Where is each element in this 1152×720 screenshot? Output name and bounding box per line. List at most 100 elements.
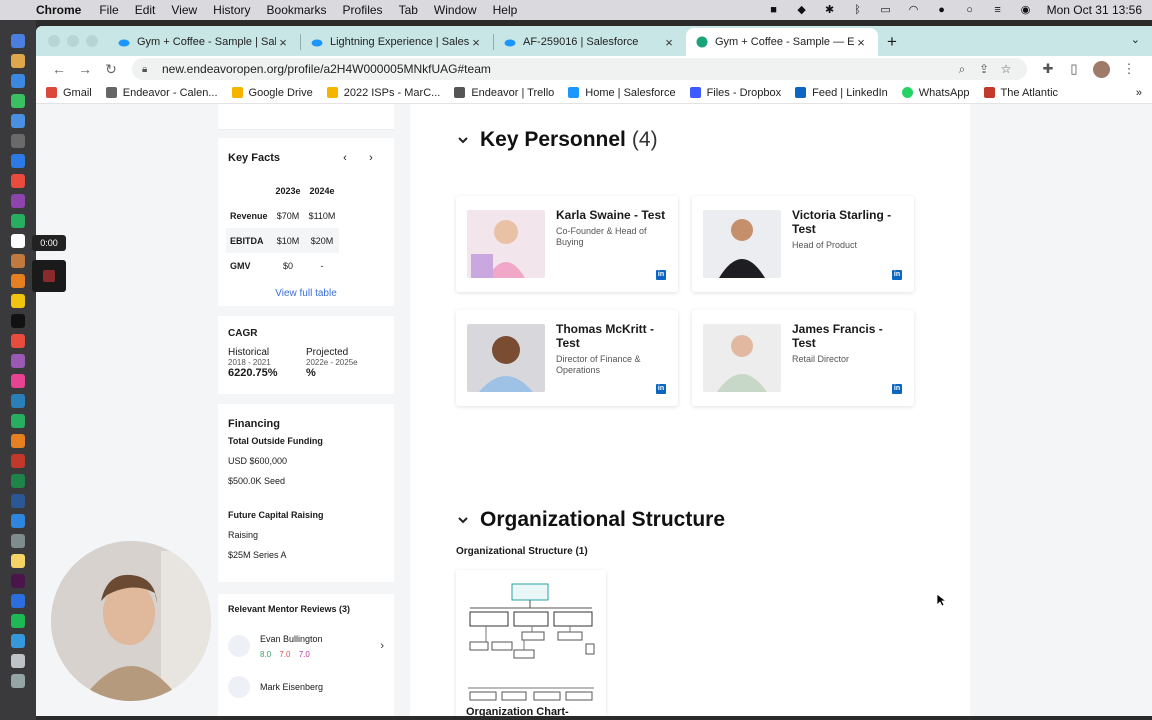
music-icon[interactable]: [11, 334, 25, 348]
mail-icon[interactable]: [11, 114, 25, 128]
star-icon[interactable]: ☆: [995, 62, 1017, 76]
menu-chrome[interactable]: Chrome: [36, 3, 81, 17]
podcasts-icon[interactable]: [11, 354, 25, 368]
app-icon[interactable]: [11, 454, 25, 468]
camera-icon[interactable]: ■: [767, 4, 781, 16]
wifi-icon[interactable]: ◠: [907, 4, 921, 16]
menu-file[interactable]: File: [99, 3, 118, 17]
chrome-icon[interactable]: [11, 74, 25, 88]
tab-lightning-experience[interactable]: Lightning Experience | Salesforce ×: [301, 28, 493, 56]
back-arrow-icon[interactable]: ←: [46, 61, 72, 77]
bookmark-linkedin[interactable]: Feed | LinkedIn: [795, 87, 888, 99]
app-icon[interactable]: [11, 274, 25, 288]
launchpad-icon[interactable]: [11, 54, 25, 68]
word-icon[interactable]: [11, 494, 25, 508]
address-url[interactable]: new.endeavoropen.org/profile/a2H4W000005…: [162, 62, 951, 76]
app-icon[interactable]: [11, 134, 25, 148]
close-window-button[interactable]: [48, 35, 60, 47]
zoom-icon[interactable]: [11, 154, 25, 168]
downloads-icon[interactable]: [11, 654, 25, 668]
forward-arrow-icon[interactable]: →: [72, 61, 98, 77]
app-icon[interactable]: [11, 174, 25, 188]
profile-avatar[interactable]: [1093, 60, 1110, 78]
app-icon[interactable]: [11, 374, 25, 388]
menu-edit[interactable]: Edit: [135, 3, 156, 17]
gear-icon[interactable]: ✱: [823, 4, 837, 16]
bluetooth-icon[interactable]: ᛒ: [851, 4, 865, 16]
tab-search-chevron-icon[interactable]: ⌄: [1131, 33, 1140, 46]
side-panel-icon[interactable]: ▯: [1061, 61, 1087, 77]
bookmarks-overflow-icon[interactable]: »: [1136, 87, 1142, 99]
menubar-clock[interactable]: Mon Oct 31 13:56: [1047, 3, 1142, 17]
tab-close-icon[interactable]: ×: [469, 35, 483, 50]
lock-icon[interactable]: 🔒︎: [142, 64, 154, 75]
slack-icon[interactable]: [11, 574, 25, 588]
chevron-left-icon[interactable]: ‹: [332, 152, 358, 164]
app-icon[interactable]: [11, 254, 25, 268]
org-chart-card[interactable]: Organization Chart-: [456, 570, 606, 716]
bookmark-isps[interactable]: 2022 ISPs - MarC...: [326, 87, 440, 99]
numbers-icon[interactable]: [11, 414, 25, 428]
tab-close-icon[interactable]: ×: [854, 35, 868, 50]
finder-icon[interactable]: [11, 34, 25, 48]
chevron-down-icon[interactable]: [456, 133, 470, 147]
notes-icon[interactable]: [11, 294, 25, 308]
chevron-down-icon[interactable]: [456, 513, 470, 527]
webcam-overlay[interactable]: [51, 541, 211, 701]
zoom-search-icon[interactable]: ⌕: [951, 62, 973, 77]
chevron-right-icon[interactable]: ›: [358, 152, 384, 164]
bookmark-salesforce-home[interactable]: Home | Salesforce: [568, 87, 676, 99]
app-store-icon[interactable]: [11, 514, 25, 528]
menu-tab[interactable]: Tab: [399, 3, 418, 17]
app-icon[interactable]: [11, 634, 25, 648]
pages-icon[interactable]: [11, 434, 25, 448]
bookmark-gmail[interactable]: Gmail: [46, 87, 92, 99]
linkedin-icon[interactable]: in: [892, 384, 902, 394]
menu-help[interactable]: Help: [493, 3, 518, 17]
share-icon[interactable]: ⇪: [973, 62, 995, 76]
bookmark-atlantic[interactable]: The Atlantic: [983, 87, 1058, 99]
trash-icon[interactable]: [11, 674, 25, 688]
org-structure-header[interactable]: Organizational Structure: [456, 508, 725, 532]
bookmark-whatsapp[interactable]: WhatsApp: [901, 87, 970, 99]
settings-icon[interactable]: [11, 534, 25, 548]
chevron-right-icon[interactable]: ›: [380, 640, 384, 652]
messages-icon[interactable]: [11, 94, 25, 108]
new-tab-button[interactable]: +: [878, 32, 906, 52]
mentor-review-item[interactable]: Mark Eisenberg: [228, 676, 384, 698]
person-card[interactable]: Victoria Starling - Test Head of Product…: [692, 196, 914, 292]
maximize-window-button[interactable]: [86, 35, 98, 47]
tab-close-icon[interactable]: ×: [276, 35, 290, 50]
view-full-table-link[interactable]: View full table: [218, 288, 394, 299]
bookmark-endeavor-calendar[interactable]: Endeavor - Calen...: [105, 87, 218, 99]
siri-icon[interactable]: ◉: [1019, 4, 1033, 16]
stop-recording-button[interactable]: [32, 260, 66, 292]
minimize-window-button[interactable]: [67, 35, 79, 47]
search-icon[interactable]: ○: [963, 4, 977, 16]
tab-gym-coffee-endeavor[interactable]: Gym + Coffee - Sample — Endeavor ×: [686, 28, 878, 56]
menu-window[interactable]: Window: [434, 3, 477, 17]
menu-profiles[interactable]: Profiles: [343, 3, 383, 17]
dropbox-icon[interactable]: ◆: [795, 4, 809, 16]
linkedin-icon[interactable]: in: [656, 384, 666, 394]
user-icon[interactable]: ●: [935, 4, 949, 16]
person-card[interactable]: Karla Swaine - Test Co-Founder & Head of…: [456, 196, 678, 292]
app-icon[interactable]: [11, 394, 25, 408]
menu-view[interactable]: View: [171, 3, 197, 17]
menu-bookmarks[interactable]: Bookmarks: [267, 3, 327, 17]
tab-close-icon[interactable]: ×: [662, 35, 676, 50]
mentor-review-item[interactable]: Evan Bullington 8.0 7.0 7.0 ›: [228, 628, 384, 664]
app-icon[interactable]: [11, 214, 25, 228]
tab-gym-coffee-salesforce[interactable]: Gym + Coffee - Sample | Salesforce ×: [108, 28, 300, 56]
app-icon[interactable]: [11, 554, 25, 568]
tv-icon[interactable]: [11, 314, 25, 328]
bookmark-dropbox[interactable]: Files - Dropbox: [689, 87, 781, 99]
app-icon[interactable]: [11, 594, 25, 608]
address-bar[interactable]: 🔒︎ new.endeavoropen.org/profile/a2H4W000…: [132, 58, 1027, 80]
extensions-puzzle-icon[interactable]: ✚: [1035, 61, 1061, 77]
person-card[interactable]: Thomas McKritt - Test Director of Financ…: [456, 310, 678, 406]
menu-history[interactable]: History: [213, 3, 250, 17]
battery-icon[interactable]: ▭: [879, 4, 893, 16]
excel-icon[interactable]: [11, 474, 25, 488]
tab-af-259016[interactable]: AF-259016 | Salesforce ×: [494, 28, 686, 56]
